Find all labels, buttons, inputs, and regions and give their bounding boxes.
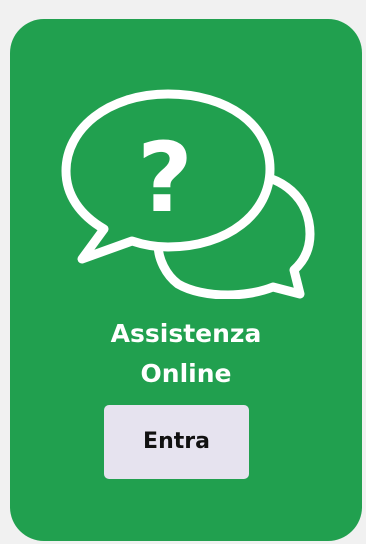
enter-button[interactable]: Entra (104, 405, 249, 479)
support-card: ? Assistenza Online Entra (10, 19, 362, 541)
chat-bubbles-question-icon: ? (58, 89, 318, 299)
svg-text:?: ? (137, 122, 193, 234)
card-title-line2: Online (140, 359, 232, 388)
card-title: Assistenza Online (10, 314, 362, 394)
card-title-line1: Assistenza (110, 319, 262, 348)
